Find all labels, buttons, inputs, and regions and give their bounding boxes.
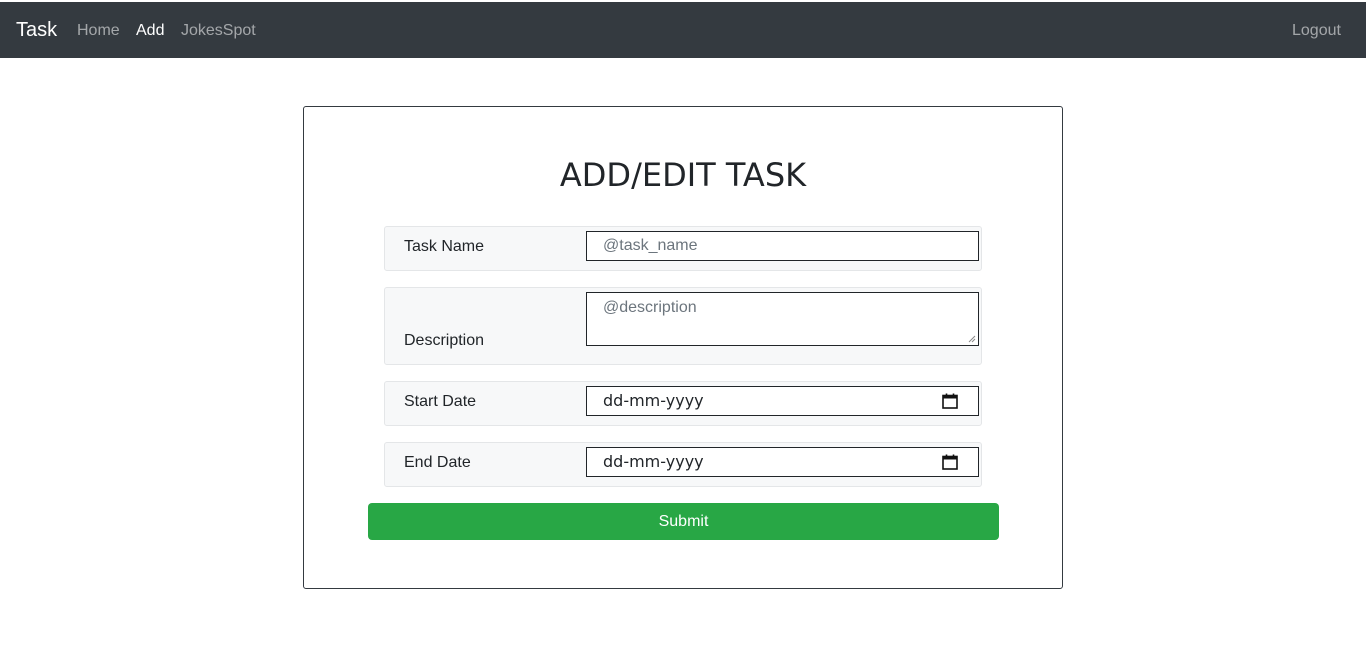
submit-button[interactable]: Submit xyxy=(368,503,999,540)
calendar-icon[interactable] xyxy=(942,454,958,470)
page-title: ADD/EDIT TASK xyxy=(559,156,807,194)
end-date-input[interactable]: dd-mm-yyyy xyxy=(586,447,979,477)
description-textarea[interactable]: @description xyxy=(586,292,979,346)
start-date-input[interactable]: dd-mm-yyyy xyxy=(586,386,979,416)
description-group: Description @description xyxy=(384,287,982,365)
end-date-group: End Date dd-mm-yyyy xyxy=(384,442,982,487)
start-date-label: Start Date xyxy=(404,393,477,410)
end-date-value: dd-mm-yyyy xyxy=(603,452,704,471)
task-name-placeholder: @task_name xyxy=(603,237,698,254)
task-form-card: ADD/EDIT TASK Task Name @task_name Descr… xyxy=(303,106,1063,589)
end-date-label: End Date xyxy=(404,454,471,471)
navbar: Task Home Add JokesSpot Logout xyxy=(0,2,1366,58)
description-label: Description xyxy=(404,332,485,349)
task-name-label: Task Name xyxy=(404,238,485,255)
nav-jokesspot-link[interactable]: JokesSpot xyxy=(181,20,256,42)
logout-link[interactable]: Logout xyxy=(1292,20,1341,42)
nav-add-link[interactable]: Add xyxy=(136,20,164,42)
nav-home-link[interactable]: Home xyxy=(77,20,120,42)
task-name-group: Task Name @task_name xyxy=(384,226,982,271)
resize-handle-icon[interactable] xyxy=(968,335,976,343)
description-placeholder: @description xyxy=(603,299,697,316)
brand-link[interactable]: Task xyxy=(16,18,57,42)
start-date-group: Start Date dd-mm-yyyy xyxy=(384,381,982,426)
start-date-value: dd-mm-yyyy xyxy=(603,391,704,410)
calendar-icon[interactable] xyxy=(942,393,958,409)
task-name-input[interactable]: @task_name xyxy=(586,231,979,261)
